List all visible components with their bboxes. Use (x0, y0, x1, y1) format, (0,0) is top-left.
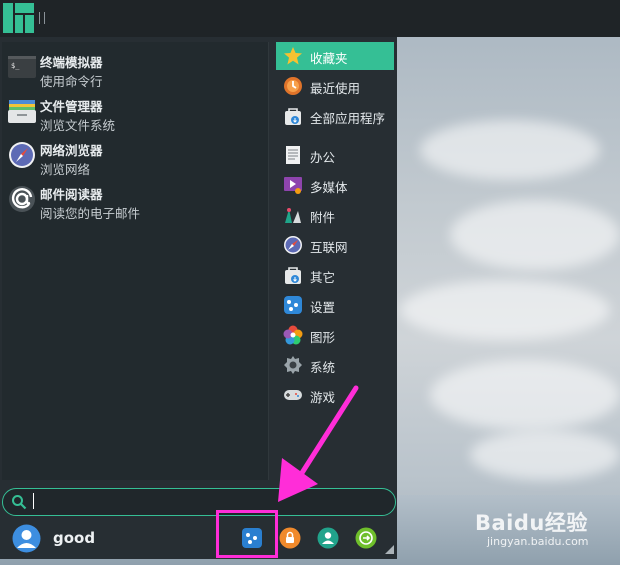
watermark-brand: Baidu经验 (475, 511, 588, 535)
category-label: 图形 (310, 330, 336, 345)
category-label: 多媒体 (310, 180, 348, 195)
manjaro-logo-icon[interactable] (0, 0, 37, 37)
favorite-terminal[interactable]: $_ 终端模拟器 使用命令行 (6, 49, 266, 93)
category-label: 全部应用程序 (310, 111, 386, 126)
category-other[interactable]: 其它 (276, 261, 394, 289)
resize-grip[interactable] (385, 545, 394, 554)
document-icon (283, 145, 303, 165)
accessories-icon (283, 205, 303, 225)
graphics-icon (283, 325, 303, 345)
category-multimedia[interactable]: 多媒体 (276, 171, 394, 199)
annotation-highlight-box (216, 510, 278, 558)
favorite-title: 网络浏览器 (40, 143, 103, 158)
category-label: 附件 (310, 210, 336, 225)
settings-icon (283, 295, 303, 315)
favorites-pane: $_ 终端模拟器 使用命令行 文件管理器 浏览文件系统 网络浏览器 浏览网络 邮… (2, 42, 269, 480)
logout-icon (355, 527, 377, 549)
category-settings[interactable]: 设置 (276, 291, 394, 319)
category-label: 设置 (310, 300, 336, 315)
category-recent[interactable]: 最近使用 (276, 72, 394, 100)
annotation-arrow (278, 385, 359, 502)
multimedia-icon (283, 175, 303, 195)
favorite-file-manager[interactable]: 文件管理器 浏览文件系统 (6, 93, 266, 137)
category-label: 最近使用 (310, 81, 361, 96)
other-bag-icon (283, 265, 303, 285)
text-caret (33, 493, 34, 509)
compass-icon (283, 235, 303, 255)
file-manager-icon (8, 97, 36, 125)
category-label: 其它 (310, 270, 336, 285)
favorite-title: 邮件阅读器 (40, 187, 103, 202)
category-label: 系统 (310, 360, 336, 375)
category-accessories[interactable]: 附件 (276, 201, 394, 229)
favorite-subtitle: 浏览文件系统 (40, 118, 116, 133)
favorite-subtitle: 浏览网络 (40, 162, 91, 177)
top-panel (0, 0, 620, 37)
favorite-web-browser[interactable]: 网络浏览器 浏览网络 (6, 137, 266, 181)
category-all-apps[interactable]: 全部应用程序 (276, 102, 394, 130)
watermark-url: jingyan.baidu.com (487, 535, 589, 548)
category-internet[interactable]: 互联网 (276, 231, 394, 259)
username-label: good (53, 529, 96, 547)
panel-handle-icon[interactable] (39, 12, 45, 24)
category-label: 办公 (310, 150, 336, 165)
clock-icon (283, 76, 303, 96)
category-system[interactable]: 系统 (276, 351, 394, 379)
user-switch-icon (317, 527, 339, 549)
category-favorites[interactable]: 收藏夹 (276, 42, 394, 70)
web-browser-icon (8, 141, 36, 169)
lock-screen-button[interactable] (279, 527, 301, 549)
category-graphics[interactable]: 图形 (276, 321, 394, 349)
switch-user-button[interactable] (317, 527, 339, 549)
category-label: 互联网 (310, 240, 348, 255)
system-gear-icon (283, 355, 303, 375)
mail-icon (8, 185, 36, 213)
favorite-title: 文件管理器 (40, 99, 103, 114)
lock-icon (279, 527, 301, 549)
svg-text:$_: $_ (11, 62, 20, 70)
favorite-title: 终端模拟器 (40, 55, 103, 70)
category-office[interactable]: 办公 (276, 141, 394, 169)
apps-bag-icon (283, 106, 303, 126)
terminal-icon: $_ (8, 53, 36, 81)
category-label: 收藏夹 (310, 51, 348, 66)
favorite-subtitle: 阅读您的电子邮件 (40, 206, 141, 221)
logout-button[interactable] (355, 527, 377, 549)
favorite-mail-reader[interactable]: 邮件阅读器 阅读您的电子邮件 (6, 181, 266, 225)
star-icon (283, 46, 303, 66)
favorite-subtitle: 使用命令行 (40, 74, 103, 89)
search-icon (11, 494, 27, 510)
user-avatar-icon[interactable] (12, 524, 41, 553)
